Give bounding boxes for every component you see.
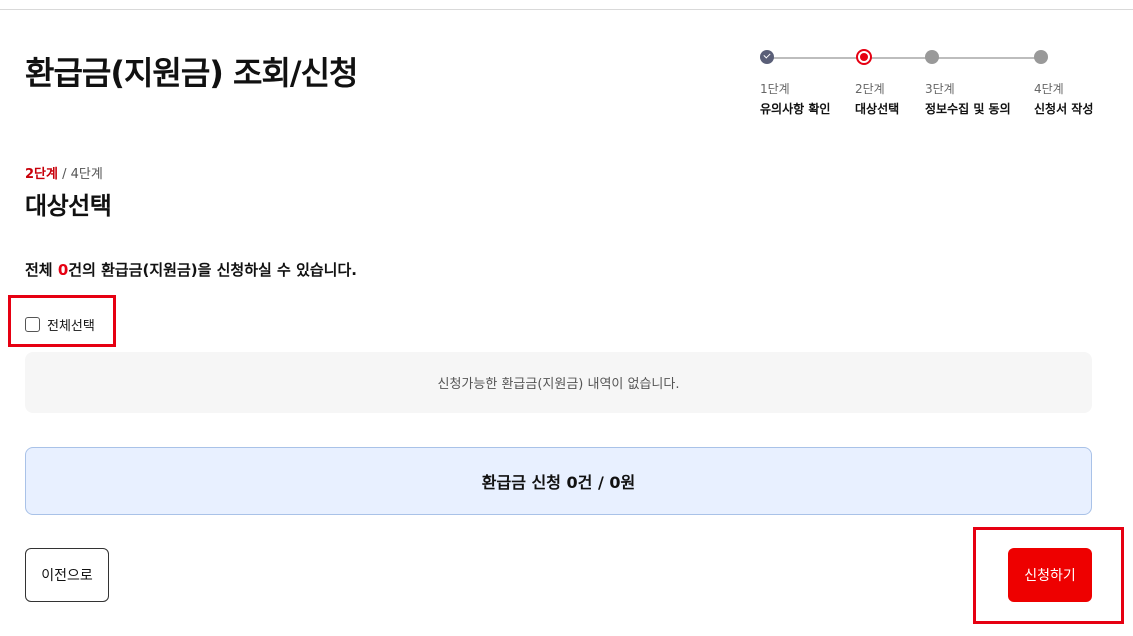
- step-2-current-icon: [856, 49, 872, 65]
- application-summary: 환급금 신청 0건 / 0원: [25, 447, 1092, 515]
- current-step-text: 2단계: [25, 167, 58, 182]
- step-1-complete-icon: [760, 50, 774, 64]
- select-all-checkbox[interactable]: 전체선택: [25, 315, 95, 334]
- step-2-number: 2단계: [855, 82, 885, 96]
- step-1-label: 유의사항 확인: [760, 102, 831, 116]
- count-suffix: 건의 환급금(지원금)을 신청하실 수 있습니다.: [68, 261, 357, 279]
- checkbox-icon[interactable]: [25, 317, 40, 332]
- section-title: 대상선택: [25, 192, 112, 220]
- top-divider: [0, 9, 1133, 10]
- step-3-label: 정보수집 및 동의: [925, 102, 1011, 116]
- step-indicator: 2단계 / 4단계: [25, 163, 103, 182]
- step-4-label: 신청서 작성: [1034, 102, 1094, 116]
- count-prefix: 전체: [25, 261, 58, 279]
- step-4-pending-icon: [1034, 50, 1048, 64]
- step-2-label: 대상선택: [855, 102, 900, 116]
- step-4-number: 4단계: [1034, 82, 1064, 96]
- select-all-label: 전체선택: [47, 319, 95, 334]
- progress-stepper: 1단계 유의사항 확인 2단계 대상선택 3단계 정보수집 및 동의 4단계 신…: [755, 48, 1095, 118]
- eligible-count-message: 전체 0건의 환급금(지원금)을 신청하실 수 있습니다.: [25, 259, 357, 280]
- step-1-number: 1단계: [760, 82, 790, 96]
- step-3-pending-icon: [925, 50, 939, 64]
- apply-button[interactable]: 신청하기: [1008, 548, 1092, 602]
- stepper-track: [767, 57, 1040, 59]
- previous-button[interactable]: 이전으로: [25, 548, 109, 602]
- eligible-count: 0: [57, 261, 69, 279]
- empty-list-message: 신청가능한 환급금(지원금) 내역이 없습니다.: [25, 352, 1092, 413]
- page-title: 환급금(지원금) 조회/신청: [25, 54, 358, 92]
- step-3-number: 3단계: [925, 82, 955, 96]
- total-steps-text: / 4단계: [62, 167, 103, 182]
